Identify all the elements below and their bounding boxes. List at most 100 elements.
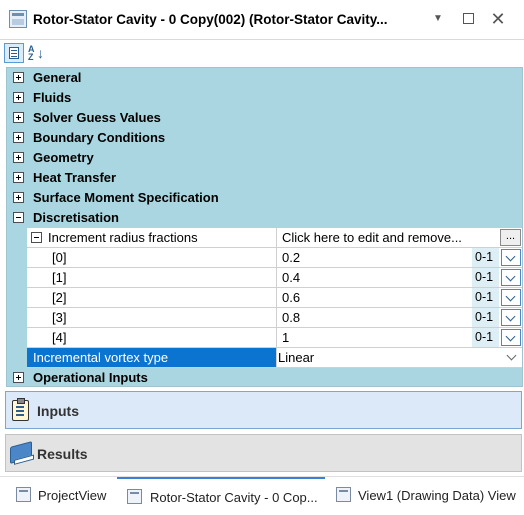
- categorized-view-icon: [9, 47, 19, 59]
- property-increment-radius-fractions[interactable]: Increment radius fractions Click here to…: [7, 228, 522, 248]
- tab-view1-drawing-data[interactable]: View1 (Drawing Data) View: [326, 477, 522, 513]
- property-grid: General Fluids Solver Guess Values Bound…: [6, 67, 523, 387]
- alphabetical-sort-button[interactable]: A Z ↓: [26, 43, 46, 63]
- array-index-label: [0]: [52, 250, 67, 265]
- expand-icon[interactable]: [13, 72, 24, 83]
- property-value: Click here to edit and remove...: [282, 230, 462, 245]
- property-value-cell[interactable]: Click here to edit and remove... ...: [276, 228, 522, 248]
- category-surface-moment-specification[interactable]: Surface Moment Specification: [7, 188, 522, 208]
- app-window-icon: [9, 10, 27, 28]
- category-boundary-conditions[interactable]: Boundary Conditions: [7, 128, 522, 148]
- array-item-1[interactable]: [1] 0.4 0-1: [7, 268, 522, 288]
- array-item-3[interactable]: [3] 0.8 0-1: [7, 308, 522, 328]
- inputs-panel-button[interactable]: Inputs: [5, 391, 522, 429]
- tab-label: View1 (Drawing Data) View: [358, 488, 516, 503]
- property-value-cell[interactable]: 1 0-1: [276, 328, 522, 348]
- tab-project-view[interactable]: ProjectView: [8, 477, 116, 513]
- array-value[interactable]: 1: [282, 330, 289, 345]
- expand-icon[interactable]: [13, 132, 24, 143]
- collapse-icon[interactable]: [31, 232, 42, 243]
- unit-label: 0-1: [472, 328, 499, 347]
- property-value-cell[interactable]: 0.6 0-1: [276, 288, 522, 308]
- collapse-icon[interactable]: [13, 212, 24, 223]
- property-label-cell: [0]: [27, 248, 276, 268]
- drawing-view-icon: [336, 487, 351, 502]
- category-fluids[interactable]: Fluids: [7, 88, 522, 108]
- category-label: Solver Guess Values: [33, 110, 161, 125]
- array-index-label: [1]: [52, 270, 67, 285]
- inputs-label: Inputs: [37, 403, 79, 419]
- tab-label: ProjectView: [38, 488, 107, 503]
- property-label-cell: Incremental vortex type: [27, 348, 276, 368]
- edit-collection-button[interactable]: ...: [500, 229, 521, 246]
- maximize-button[interactable]: [458, 9, 478, 29]
- category-label: Heat Transfer: [33, 170, 117, 185]
- window-menu-button[interactable]: ▼: [428, 9, 448, 29]
- sort-arrow-icon: ↓: [37, 45, 44, 61]
- category-label: Fluids: [33, 90, 72, 105]
- document-icon: [127, 489, 142, 504]
- array-item-0[interactable]: [0] 0.2 0-1: [7, 248, 522, 268]
- array-index-label: [2]: [52, 290, 67, 305]
- property-value-cell[interactable]: Linear: [276, 348, 522, 368]
- array-value[interactable]: 0.2: [282, 250, 300, 265]
- property-label: Increment radius fractions: [48, 230, 198, 245]
- property-label-cell: [2]: [27, 288, 276, 308]
- category-geometry[interactable]: Geometry: [7, 148, 522, 168]
- category-discretisation[interactable]: Discretisation: [7, 208, 522, 228]
- unit-label: 0-1: [472, 248, 499, 267]
- property-label-cell: [1]: [27, 268, 276, 288]
- property-value-cell[interactable]: 0.2 0-1: [276, 248, 522, 268]
- property-incremental-vortex-type[interactable]: Incremental vortex type Linear: [7, 348, 522, 368]
- expand-icon[interactable]: [13, 152, 24, 163]
- category-operational-inputs[interactable]: Operational Inputs: [7, 368, 522, 388]
- unit-dropdown-button[interactable]: [501, 309, 521, 326]
- category-label: Geometry: [33, 150, 94, 165]
- property-label-cell: [3]: [27, 308, 276, 328]
- results-panel-button[interactable]: Results: [5, 434, 522, 472]
- property-label-cell: Increment radius fractions: [27, 228, 276, 248]
- unit-dropdown-button[interactable]: [501, 289, 521, 306]
- expand-icon[interactable]: [13, 172, 24, 183]
- tab-label: Rotor-Stator Cavity - 0 Cop...: [150, 490, 318, 505]
- property-value-cell[interactable]: 0.4 0-1: [276, 268, 522, 288]
- array-item-4[interactable]: [4] 1 0-1: [7, 328, 522, 348]
- expand-icon[interactable]: [13, 372, 24, 383]
- expand-icon[interactable]: [13, 92, 24, 103]
- tab-rotor-stator-cavity[interactable]: Rotor-Stator Cavity - 0 Cop...: [117, 477, 325, 513]
- chevron-down-icon[interactable]: [505, 351, 519, 364]
- unit-dropdown-button[interactable]: [501, 329, 521, 346]
- array-value[interactable]: 0.6: [282, 290, 300, 305]
- category-label: Operational Inputs: [33, 370, 148, 385]
- category-heat-transfer[interactable]: Heat Transfer: [7, 168, 522, 188]
- category-general[interactable]: General: [7, 68, 522, 88]
- array-value[interactable]: 0.8: [282, 310, 300, 325]
- document-tab-strip: ProjectView Rotor-Stator Cavity - 0 Cop.…: [0, 476, 524, 515]
- category-label: Discretisation: [33, 210, 119, 225]
- expand-icon[interactable]: [13, 112, 24, 123]
- categorized-view-button[interactable]: [4, 43, 24, 63]
- maximize-icon: [462, 13, 474, 24]
- close-button[interactable]: ✕: [488, 9, 508, 29]
- array-index-label: [3]: [52, 310, 67, 325]
- expand-icon[interactable]: [13, 192, 24, 203]
- title-bar: Rotor-Stator Cavity - 0 Copy(002) (Rotor…: [0, 0, 524, 40]
- property-value-cell[interactable]: 0.8 0-1: [276, 308, 522, 328]
- unit-label: 0-1: [472, 308, 499, 327]
- unit-dropdown-button[interactable]: [501, 269, 521, 286]
- unit-label: 0-1: [472, 268, 499, 287]
- property-label-cell: [4]: [27, 328, 276, 348]
- category-label: Surface Moment Specification: [33, 190, 219, 205]
- property-label: Incremental vortex type: [33, 350, 169, 365]
- sort-az-icon-z: Z: [28, 52, 34, 62]
- array-index-label: [4]: [52, 330, 67, 345]
- category-label: Boundary Conditions: [33, 130, 166, 145]
- unit-dropdown-button[interactable]: [501, 249, 521, 266]
- results-label: Results: [37, 446, 88, 462]
- category-solver-guess-values[interactable]: Solver Guess Values: [7, 108, 522, 128]
- array-item-2[interactable]: [2] 0.6 0-1: [7, 288, 522, 308]
- vortex-type-select[interactable]: Linear: [278, 350, 314, 365]
- category-label: General: [33, 70, 82, 85]
- project-view-icon: [16, 487, 31, 502]
- array-value[interactable]: 0.4: [282, 270, 300, 285]
